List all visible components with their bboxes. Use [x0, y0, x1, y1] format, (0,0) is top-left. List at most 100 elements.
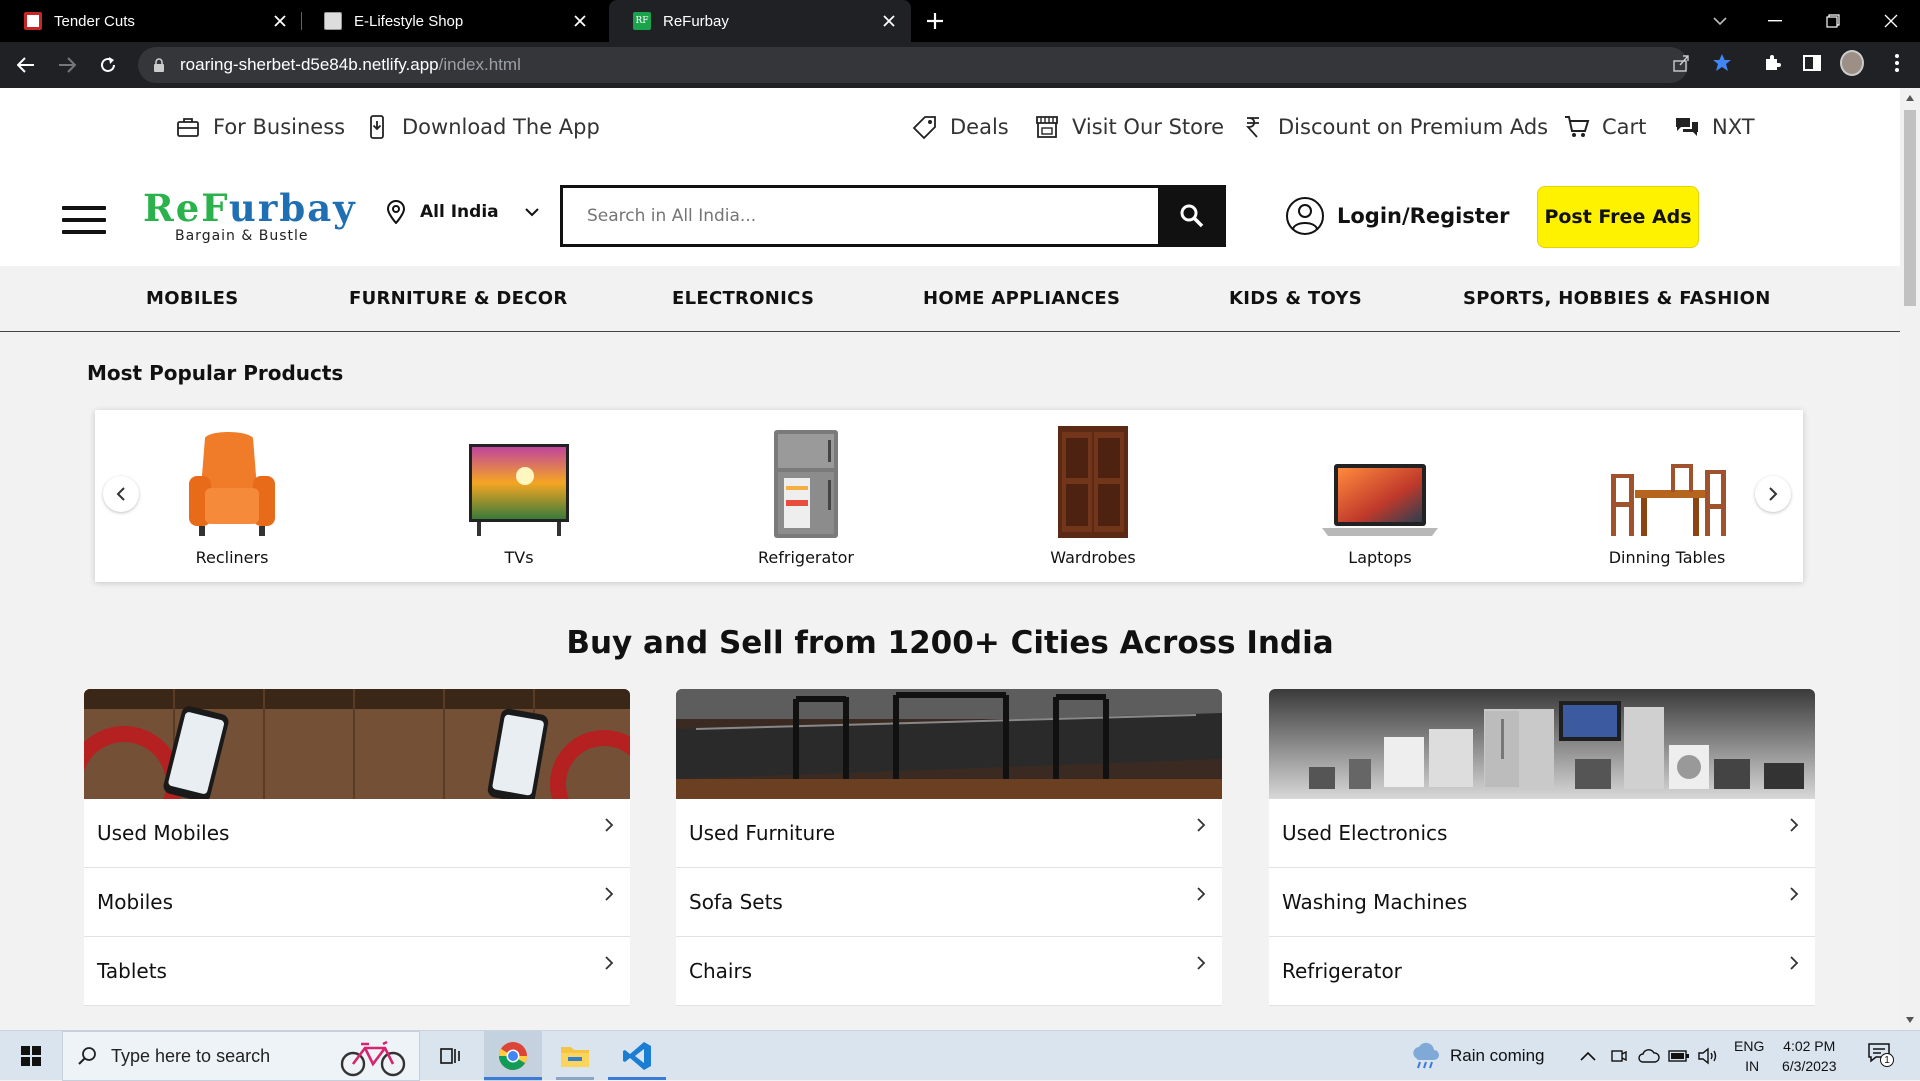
onedrive-cloud-icon[interactable] — [1638, 1031, 1660, 1081]
input-language-indicator[interactable]: ENG IN — [1734, 1031, 1764, 1081]
link-label: Deals — [950, 115, 1009, 139]
electronics-banner-image — [1269, 689, 1815, 799]
scrollbar-thumb[interactable] — [1904, 110, 1916, 306]
for-business-link[interactable]: For Business — [175, 114, 345, 140]
hamburger-menu-icon[interactable] — [62, 206, 106, 240]
list-row-washing-machines[interactable]: Washing Machines — [1269, 868, 1815, 937]
premium-ads-discount-link[interactable]: Discount on Premium Ads — [1240, 114, 1548, 140]
forward-arrow-icon[interactable] — [55, 53, 79, 77]
row-label: Washing Machines — [1282, 890, 1468, 914]
browser-address-bar: roaring-sherbet-d5e84b.netlify.app/index… — [0, 42, 1920, 88]
system-clock[interactable]: 4:02 PM 6/3/2023 — [1782, 1031, 1837, 1081]
restore-window-icon[interactable] — [1810, 0, 1856, 42]
search-icon — [1179, 203, 1205, 229]
weather-text: Rain coming — [1450, 1046, 1545, 1065]
back-arrow-icon[interactable] — [14, 53, 38, 77]
search-button[interactable] — [1158, 185, 1226, 247]
most-popular-title: Most Popular Products — [87, 361, 344, 385]
vscode-taskbar-icon[interactable] — [608, 1031, 666, 1081]
product-dinning-tables[interactable]: Dinning Tables — [1567, 420, 1767, 567]
close-window-icon[interactable] — [1868, 0, 1914, 42]
nav-category-sports-hobbies-fashion[interactable]: SPORTS, HOBBIES & FASHION — [1463, 288, 1771, 309]
row-label: Sofa Sets — [689, 890, 783, 914]
browser-tab-refurbay[interactable]: RF ReFurbay — [609, 0, 911, 42]
weather-widget[interactable]: Rain coming — [1410, 1031, 1545, 1081]
link-label: Download The App — [402, 115, 600, 139]
search-bar — [560, 185, 1226, 247]
meet-now-icon[interactable] — [1610, 1031, 1628, 1081]
reload-icon[interactable] — [96, 53, 120, 77]
close-tab-icon[interactable] — [879, 11, 899, 31]
list-row-used-furniture[interactable]: Used Furniture — [676, 799, 1222, 868]
login-register-link[interactable]: Login/Register — [1285, 196, 1509, 236]
tray-overflow-chevron-icon[interactable] — [1580, 1031, 1596, 1081]
lock-icon[interactable] — [152, 58, 166, 72]
list-row-sofa-sets[interactable]: Sofa Sets — [676, 868, 1222, 937]
post-free-ads-button[interactable]: Post Free Ads — [1537, 186, 1699, 248]
taskbar-search-box[interactable]: Type here to search — [62, 1031, 420, 1081]
nav-category-furniture-decor[interactable]: FURNITURE & DECOR — [349, 288, 568, 309]
list-row-mobiles[interactable]: Mobiles — [84, 868, 630, 937]
volume-speaker-icon[interactable] — [1697, 1031, 1719, 1081]
close-tab-icon[interactable] — [270, 11, 290, 31]
list-row-used-electronics[interactable]: Used Electronics — [1269, 799, 1815, 868]
product-tvs[interactable]: TVs — [419, 420, 619, 567]
furniture-banner-image — [676, 689, 1222, 799]
bookmark-star-icon[interactable] — [1710, 51, 1734, 75]
windows-taskbar: Type here to search Rain coming ENG IN 4… — [0, 1030, 1920, 1081]
briefcase-icon — [175, 114, 201, 140]
nav-category-kids-toys[interactable]: KIDS & TOYS — [1229, 288, 1362, 309]
page-viewport: For Business Download The App Deals Visi… — [0, 88, 1900, 1030]
nav-category-mobiles[interactable]: MOBILES — [146, 288, 238, 309]
product-wardrobes[interactable]: Wardrobes — [993, 420, 1193, 567]
file-explorer-taskbar-icon[interactable] — [546, 1031, 604, 1081]
row-label: Chairs — [689, 959, 753, 983]
deals-link[interactable]: Deals — [912, 114, 1009, 140]
product-recliners[interactable]: Recliners — [132, 420, 332, 567]
new-tab-plus-icon[interactable] — [923, 9, 947, 33]
visit-store-link[interactable]: Visit Our Store — [1034, 114, 1224, 140]
list-row-used-mobiles[interactable]: Used Mobiles — [84, 799, 630, 868]
download-app-link[interactable]: Download The App — [364, 114, 600, 140]
tag-icon — [912, 114, 938, 140]
notification-center-icon[interactable]: 1 — [1868, 1031, 1894, 1081]
nxt-link[interactable]: NXT — [1674, 114, 1755, 140]
minimize-window-icon[interactable] — [1752, 0, 1798, 42]
close-tab-icon[interactable] — [570, 11, 590, 31]
product-laptops[interactable]: Laptops — [1280, 420, 1480, 567]
tab-search-chevron-icon[interactable] — [1697, 0, 1743, 42]
battery-icon[interactable] — [1668, 1031, 1690, 1081]
chevron-down-icon — [524, 207, 539, 217]
map-pin-icon — [386, 200, 406, 224]
chevron-right-icon — [1789, 817, 1803, 832]
cart-link[interactable]: Cart — [1564, 114, 1646, 140]
nav-category-home-appliances[interactable]: HOME APPLIANCES — [923, 288, 1120, 309]
share-icon[interactable] — [1669, 51, 1693, 75]
search-input[interactable] — [563, 188, 1158, 244]
scroll-down-arrow-icon[interactable] — [1904, 1014, 1916, 1026]
url-omnibox[interactable]: roaring-sherbet-d5e84b.netlify.app/index… — [138, 47, 1688, 83]
product-refrigerator[interactable]: Refrigerator — [706, 420, 906, 567]
extensions-puzzle-icon[interactable] — [1760, 51, 1784, 75]
list-row-tablets[interactable]: Tablets — [84, 937, 630, 1006]
browser-tab-e-lifestyle[interactable]: E-Lifestyle Shop — [300, 0, 602, 42]
scroll-up-arrow-icon[interactable] — [1904, 92, 1916, 104]
link-label: Visit Our Store — [1072, 115, 1225, 139]
nav-category-electronics[interactable]: ELECTRONICS — [672, 288, 814, 309]
profile-avatar[interactable] — [1840, 50, 1864, 76]
chrome-taskbar-icon[interactable] — [484, 1031, 542, 1081]
browser-tab-tender-cuts[interactable]: Tender Cuts — [0, 0, 302, 42]
list-row-refrigerator[interactable]: Refrigerator — [1269, 937, 1815, 1006]
tab-title: ReFurbay — [663, 12, 729, 30]
refurbay-logo[interactable]: ReFurbay Bargain & Bustle — [143, 188, 357, 244]
side-panel-icon[interactable] — [1800, 51, 1824, 75]
row-label: Tablets — [97, 959, 167, 983]
chevron-right-icon — [604, 817, 618, 832]
mobiles-banner-image — [84, 689, 630, 799]
chrome-menu-kebab-icon[interactable] — [1885, 51, 1909, 75]
location-selector[interactable]: All India — [386, 200, 539, 224]
windows-start-icon[interactable] — [10, 1031, 52, 1081]
task-view-icon[interactable] — [430, 1031, 470, 1081]
list-row-chairs[interactable]: Chairs — [676, 937, 1222, 1006]
chevron-right-icon — [1789, 886, 1803, 901]
